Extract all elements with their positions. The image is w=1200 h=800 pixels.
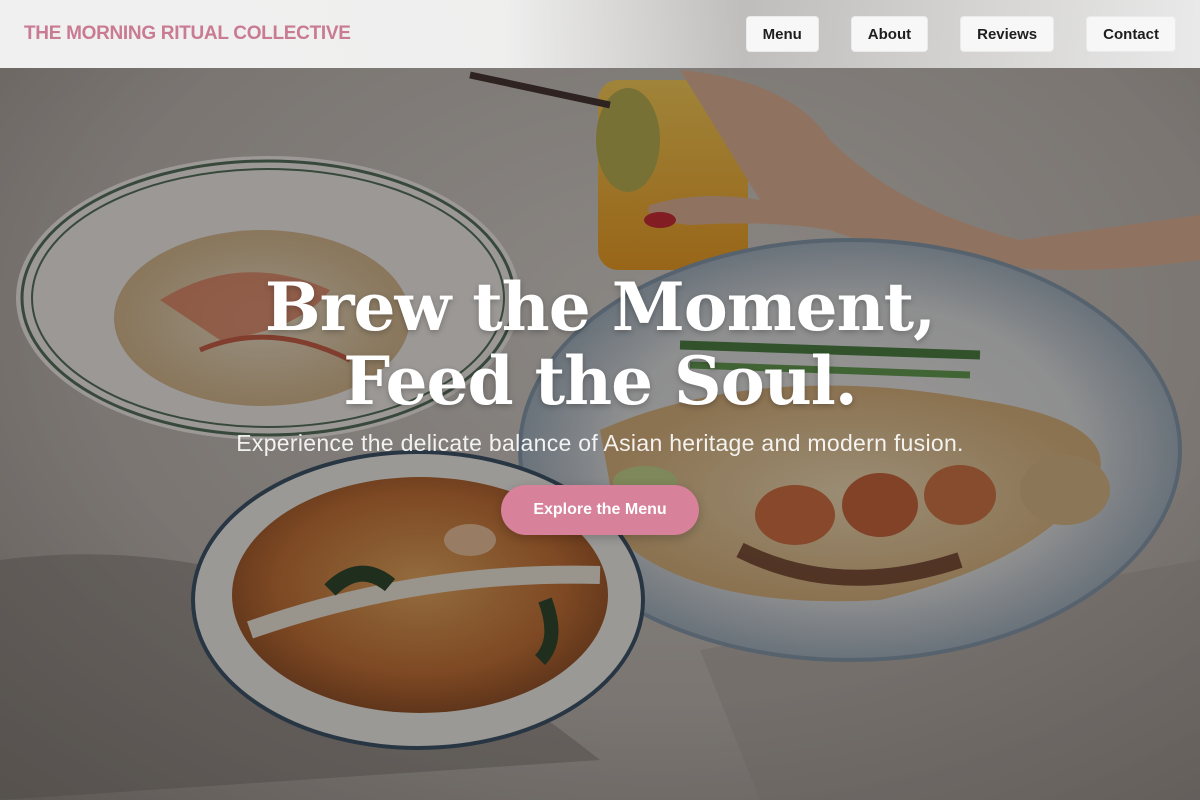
nav-reviews-button[interactable]: Reviews bbox=[960, 16, 1055, 52]
nav-about-button[interactable]: About bbox=[850, 16, 929, 52]
main-nav: Menu About Reviews Contact bbox=[745, 16, 1176, 52]
explore-menu-button[interactable]: Explore the Menu bbox=[501, 485, 699, 535]
hero-subheadline: Experience the delicate balance of Asian… bbox=[236, 430, 964, 456]
brand-logo[interactable]: THE MORNING RITUAL COLLECTIVE bbox=[24, 23, 351, 45]
hero-headline: Brew the Moment, Feed the Soul. bbox=[264, 268, 936, 420]
nav-contact-button[interactable]: Contact bbox=[1086, 16, 1176, 52]
site-header: THE MORNING RITUAL COLLECTIVE Menu About… bbox=[0, 0, 1200, 68]
hero-content: Brew the Moment, Feed the Soul. Experien… bbox=[0, 270, 1200, 535]
nav-menu-button[interactable]: Menu bbox=[745, 16, 819, 52]
